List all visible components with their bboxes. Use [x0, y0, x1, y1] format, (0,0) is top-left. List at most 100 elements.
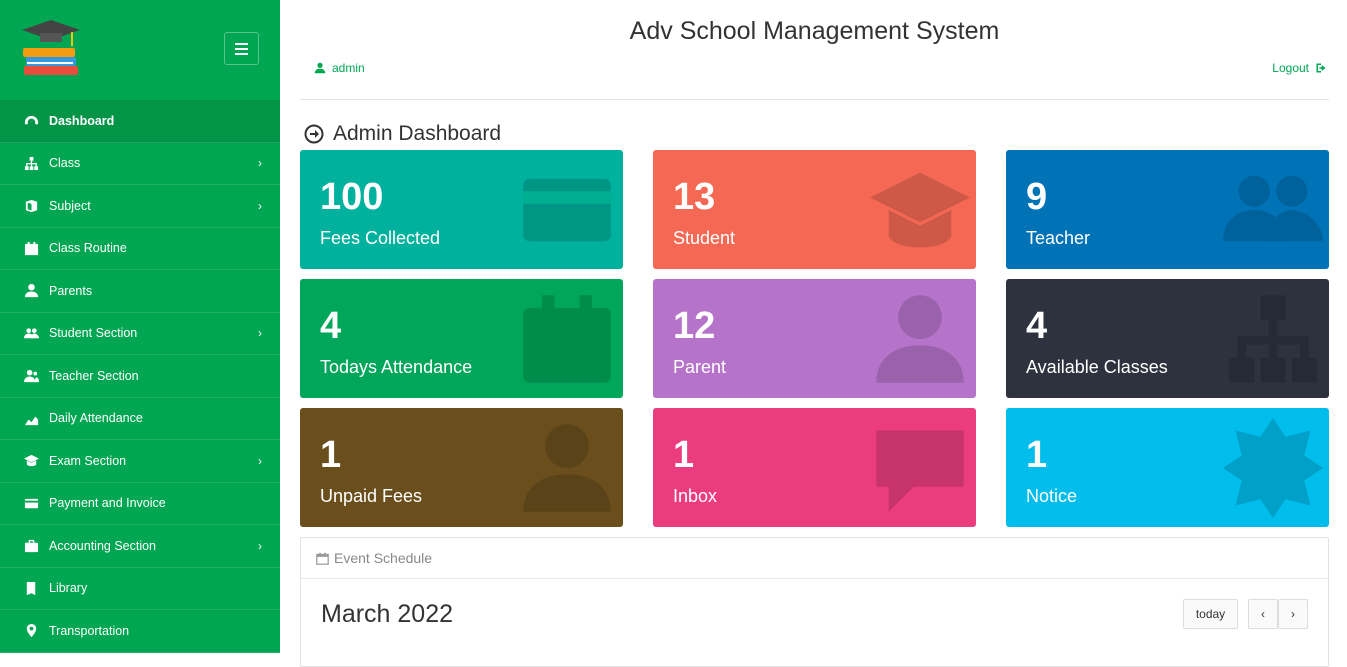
menu-toggle-button[interactable] [224, 32, 259, 65]
chevron-right-icon: › [258, 538, 262, 553]
logout-label: Logout [1272, 61, 1309, 75]
calendar-month: March 2022 [321, 600, 454, 628]
sidebar-item-payment-and-invoice[interactable]: Payment and Invoice [0, 483, 280, 525]
stat-value: 1 [1026, 434, 1048, 476]
stat-label: Todays Attendance [320, 357, 473, 377]
page-title: Admin Dashboard [333, 122, 502, 145]
stat-value: 1 [673, 434, 695, 476]
stat-tile-notice[interactable]: 1 Notice [1006, 408, 1329, 527]
chevron-right-icon: › [258, 326, 262, 341]
books-icon [22, 198, 40, 214]
stat-label: Unpaid Fees [320, 486, 423, 506]
sidebar-item-class-routine[interactable]: Class Routine [0, 228, 280, 270]
stat-label: Fees Collected [320, 228, 441, 248]
stat-value: 1 [320, 434, 342, 476]
area-chart-icon [22, 410, 40, 426]
sidebar-item-label: Transportation [49, 623, 130, 638]
sidebar-item-library[interactable]: Library [0, 568, 280, 610]
current-user[interactable]: admin [314, 61, 365, 75]
users-icon [1223, 160, 1323, 260]
logout-icon [1316, 63, 1326, 73]
nav-button-group: ‹ › [1248, 599, 1308, 629]
prev-month-button[interactable]: ‹ [1248, 599, 1278, 629]
calendar-icon [517, 289, 617, 389]
stat-label: Teacher [1026, 228, 1091, 248]
sidebar-item-label: Class Routine [49, 241, 127, 256]
sidebar-item-label: Accounting Section [49, 538, 157, 553]
user-icon [517, 418, 617, 518]
stat-value: 12 [673, 305, 716, 347]
sidebar-item-label: Teacher Section [49, 368, 139, 383]
stat-tile-teacher[interactable]: 9 Teacher [1006, 150, 1329, 269]
sidebar-item-label: Daily Attendance [49, 411, 143, 426]
sitemap-icon [22, 155, 40, 171]
stat-tile-available-classes[interactable]: 4 Available Classes [1006, 279, 1329, 398]
sidebar-item-transportation[interactable]: Transportation [0, 610, 280, 653]
sidebar-item-label: Parents [49, 283, 93, 298]
sidebar-item-teacher-section[interactable]: Teacher Section [0, 355, 280, 398]
stat-tile-fees-collected[interactable]: 100 Fees Collected [300, 150, 623, 269]
graduation-cap-icon [870, 160, 970, 260]
stat-value: 4 [1026, 305, 1048, 347]
sidebar-header [0, 0, 280, 100]
next-month-button[interactable]: › [1278, 599, 1308, 629]
sidebar: Dashboard Class › Subject › Class Routine Pare… [0, 0, 280, 653]
user-icon [870, 289, 970, 389]
user-name: admin [332, 61, 365, 75]
stat-value: 4 [320, 305, 342, 347]
panel-header: Event Schedule [301, 538, 1328, 579]
user-group-icon [22, 368, 40, 384]
stat-tile-parent[interactable]: 12 Parent [653, 279, 976, 398]
users-icon [22, 325, 40, 341]
stat-value: 100 [320, 176, 384, 218]
dashboard-icon [22, 113, 40, 129]
arrow-circle-right-icon [304, 124, 324, 144]
sidebar-item-label: Subject [49, 198, 91, 213]
credit-card-icon [517, 160, 617, 260]
sidebar-item-label: Exam Section [49, 453, 127, 468]
sidebar-item-parents[interactable]: Parents [0, 270, 280, 313]
sidebar-item-exam-section[interactable]: Exam Section › [0, 440, 280, 483]
certificate-icon [1223, 418, 1323, 518]
sidebar-item-class[interactable]: Class › [0, 143, 280, 185]
stat-label: Student [673, 228, 736, 248]
stat-tile-unpaid-fees[interactable]: 1 Unpaid Fees [300, 408, 623, 527]
stat-label: Notice [1026, 486, 1078, 506]
sidebar-item-student-section[interactable]: Student Section › [0, 313, 280, 355]
sidebar-item-daily-attendance[interactable]: Daily Attendance [0, 398, 280, 440]
comment-icon [870, 418, 970, 518]
graduation-cap-icon [22, 453, 40, 469]
user-icon [314, 62, 326, 74]
logout-link[interactable]: Logout [1272, 61, 1327, 75]
calendar-icon [316, 552, 329, 565]
school-logo[interactable] [20, 16, 82, 80]
chevron-right-icon: › [258, 156, 262, 171]
stat-value: 9 [1026, 176, 1048, 218]
sidebar-item-dashboard[interactable]: Dashboard [0, 100, 280, 143]
event-schedule-panel: Event Schedule March 2022 today ‹ › [300, 537, 1329, 667]
today-button[interactable]: today [1183, 599, 1238, 629]
sidebar-nav: Dashboard Class › Subject › Class Routine Pare… [0, 100, 280, 653]
calendar-icon [22, 240, 40, 256]
sitemap-icon [1223, 289, 1323, 389]
briefcase-icon [22, 538, 40, 554]
stat-label: Inbox [673, 486, 718, 506]
sidebar-item-subject[interactable]: Subject › [0, 185, 280, 228]
stat-tile-todays-attendance[interactable]: 4 Todays Attendance [300, 279, 623, 398]
sidebar-item-label: Library [49, 581, 88, 596]
user-icon [22, 283, 40, 299]
chevron-right-icon: › [258, 198, 262, 213]
sidebar-item-accounting-section[interactable]: Accounting Section › [0, 525, 280, 568]
sidebar-item-label: Payment and Invoice [49, 496, 166, 511]
sidebar-item-label: Student Section [49, 326, 138, 341]
sidebar-item-label: Class [49, 156, 81, 171]
panel-title: Event Schedule [334, 550, 433, 566]
map-marker-icon [22, 623, 40, 639]
sidebar-item-label: Dashboard [49, 113, 115, 128]
page-header: Admin Dashboard [300, 118, 1329, 150]
calendar-controls: today ‹ › [1183, 599, 1308, 629]
user-bar: admin Logout [300, 56, 1329, 100]
book-icon [22, 580, 40, 596]
stat-tile-student[interactable]: 13 Student [653, 150, 976, 269]
stat-tile-inbox[interactable]: 1 Inbox [653, 408, 976, 527]
